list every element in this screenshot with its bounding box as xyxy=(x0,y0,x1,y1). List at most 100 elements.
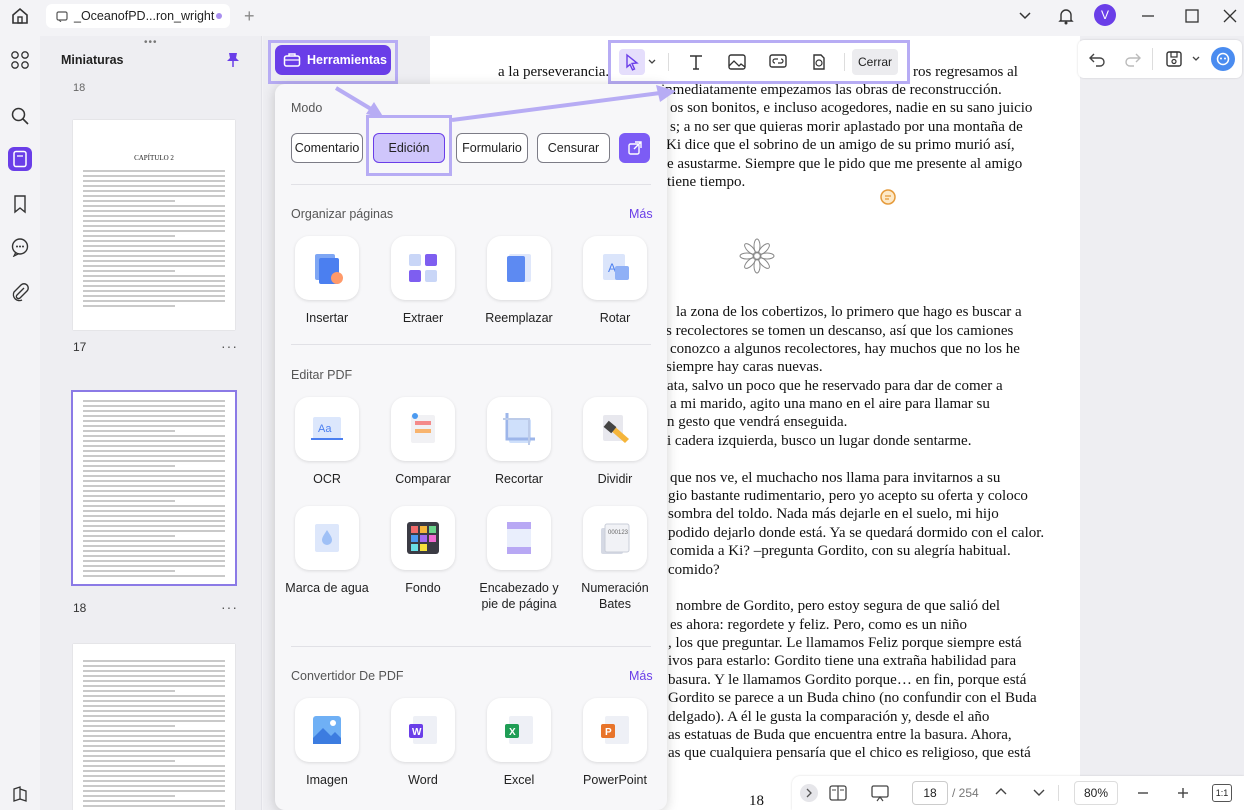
doc-text-line: podido dejarlo donde está. Ya se quedará… xyxy=(668,525,1045,541)
chevron-down-icon[interactable] xyxy=(1018,6,1032,26)
tool-watermark[interactable]: Marca de agua xyxy=(279,506,375,596)
thumbnail-text-line xyxy=(83,185,225,187)
thumbnail-text-line xyxy=(83,275,225,277)
tool-compare[interactable]: Comparar xyxy=(375,397,471,487)
zoom-in-icon[interactable] xyxy=(1176,785,1190,801)
doc-text-line: que nos ve, el muchacho nos llama para i… xyxy=(670,470,1001,486)
thumbnail-text-lines xyxy=(73,660,235,807)
more-link[interactable]: Más xyxy=(629,207,653,221)
thumbnails-icon[interactable] xyxy=(8,147,32,171)
mode-comment-button[interactable]: Comentario xyxy=(291,133,363,163)
chevron-down-icon[interactable] xyxy=(1032,784,1046,800)
page-thumbnail-19[interactable] xyxy=(73,644,235,810)
thumbnail-text-line xyxy=(83,290,225,292)
drag-handle[interactable]: ••• xyxy=(144,37,158,48)
comment-icon[interactable] xyxy=(8,235,32,259)
tool-insert[interactable]: Insertar xyxy=(279,236,375,326)
thumbnail-text-line xyxy=(83,495,225,497)
svg-text:000123: 000123 xyxy=(608,530,629,536)
tool-convert-powerpoint[interactable]: P PowerPoint xyxy=(567,698,663,788)
tool-convert-word[interactable]: W Word xyxy=(375,698,471,788)
doc-text-line: comida a Ki? –pregunta Gordito, con su a… xyxy=(670,543,1011,559)
thumbnail-text-line xyxy=(83,300,225,302)
minimize-icon[interactable] xyxy=(1140,6,1156,26)
add-text-icon[interactable] xyxy=(683,49,709,75)
close-window-icon[interactable] xyxy=(1222,6,1238,26)
thumbnail-text-line xyxy=(83,715,225,717)
save-icon[interactable] xyxy=(1165,50,1183,68)
doc-text-line: as que cualquiera pensaría que el chico … xyxy=(668,745,1031,761)
tool-extract[interactable]: Extraer xyxy=(375,236,471,326)
actual-size-icon[interactable]: 1:1 xyxy=(1212,784,1232,802)
more-options-icon[interactable]: ··· xyxy=(221,599,238,615)
redo-icon[interactable] xyxy=(1124,50,1142,68)
thumbnail-text-line xyxy=(83,565,225,567)
presentation-icon[interactable] xyxy=(870,784,890,802)
thumbnail-text-line xyxy=(83,700,225,702)
open-external-icon[interactable] xyxy=(619,133,650,163)
search-icon[interactable] xyxy=(8,104,32,128)
layers-icon[interactable] xyxy=(8,782,32,806)
tool-background[interactable]: Fondo xyxy=(375,506,471,596)
page-thumbnail-17[interactable]: CAPÍTULO 2 xyxy=(73,120,235,330)
tool-convert-image[interactable]: Imagen xyxy=(279,698,375,788)
thumbnail-text-line xyxy=(83,460,225,462)
undo-icon[interactable] xyxy=(1088,50,1106,68)
zoom-out-icon[interactable] xyxy=(1136,785,1150,801)
doc-text-line: delgado). A él le gusta la comparación y… xyxy=(668,709,990,725)
page-number-label: 18 xyxy=(73,601,87,615)
grid-icon[interactable] xyxy=(8,48,32,72)
page-thumbnail-18[interactable] xyxy=(71,390,237,586)
tool-crop[interactable]: Recortar xyxy=(471,397,567,487)
more-link[interactable]: Más xyxy=(629,669,653,683)
doc-text-line: conozco a algunos recolectores, hay much… xyxy=(670,341,1020,357)
chevron-down-icon[interactable] xyxy=(645,49,659,75)
doc-text-line: Gordito se parece a un Buda chino (no co… xyxy=(668,690,1037,706)
add-image-icon[interactable] xyxy=(724,49,750,75)
pin-icon[interactable] xyxy=(226,52,240,68)
attachment-icon[interactable] xyxy=(8,280,32,304)
reading-mode-icon[interactable] xyxy=(828,784,848,802)
avatar[interactable]: V xyxy=(1094,4,1116,26)
close-edit-button[interactable]: Cerrar xyxy=(852,49,898,75)
chevron-down-icon[interactable] xyxy=(1191,54,1201,64)
maximize-icon[interactable] xyxy=(1184,6,1200,26)
thumbnail-text-line xyxy=(83,440,225,442)
mode-redact-button[interactable]: Censurar xyxy=(537,133,610,163)
zoom-level[interactable]: 80% xyxy=(1074,781,1118,805)
mode-edit-button[interactable]: Edición xyxy=(373,133,445,163)
thumbnail-text-line xyxy=(83,685,225,687)
bookmark-icon[interactable] xyxy=(8,192,32,216)
bell-icon[interactable] xyxy=(1057,6,1075,26)
tools-button[interactable]: Herramientas xyxy=(275,45,391,75)
thumbnail-text-lines xyxy=(73,170,235,307)
home-icon[interactable] xyxy=(10,6,30,26)
add-link-icon[interactable] xyxy=(765,49,791,75)
tool-ocr[interactable]: Aa OCR xyxy=(279,397,375,487)
more-options-icon[interactable]: ··· xyxy=(221,338,238,354)
ai-assistant-icon[interactable] xyxy=(1211,47,1235,71)
watermark-icon[interactable] xyxy=(806,49,832,75)
page-number-input[interactable]: 18 xyxy=(912,781,948,805)
new-tab-icon[interactable]: + xyxy=(244,6,255,27)
tool-header-footer[interactable]: Encabezado y pie de página xyxy=(471,506,567,612)
tool-bates-numbering[interactable]: 000123 Numeración Bates xyxy=(567,506,663,612)
tool-replace[interactable]: Reemplazar xyxy=(471,236,567,326)
mode-form-button[interactable]: Formulario xyxy=(456,133,528,163)
thumbnail-text-line xyxy=(83,730,225,732)
thumbnail-text-line xyxy=(83,210,225,212)
thumbnail-text-line xyxy=(83,545,225,547)
select-cursor-icon[interactable] xyxy=(619,49,645,75)
document-tab[interactable]: _OceanofPD...ron_wright xyxy=(46,4,230,28)
doc-text-line: e asustarme. Siempre que le pido que me … xyxy=(667,156,1023,172)
doc-text-line: as estatuas de Buda que encuentra entre … xyxy=(668,727,1012,743)
bottom-bar: 18 / 254 80% 1:1 xyxy=(792,776,1244,810)
tool-convert-excel[interactable]: X Excel xyxy=(471,698,567,788)
chevron-up-icon[interactable] xyxy=(994,784,1008,800)
comment-marker-icon[interactable] xyxy=(878,188,898,208)
section-title: Organizar páginas xyxy=(291,207,394,221)
thumbnail-text-line xyxy=(83,550,225,552)
tool-split[interactable]: Dividir xyxy=(567,397,663,487)
tool-rotate[interactable]: A Rotar xyxy=(567,236,663,326)
chevron-right-icon[interactable] xyxy=(800,784,818,802)
